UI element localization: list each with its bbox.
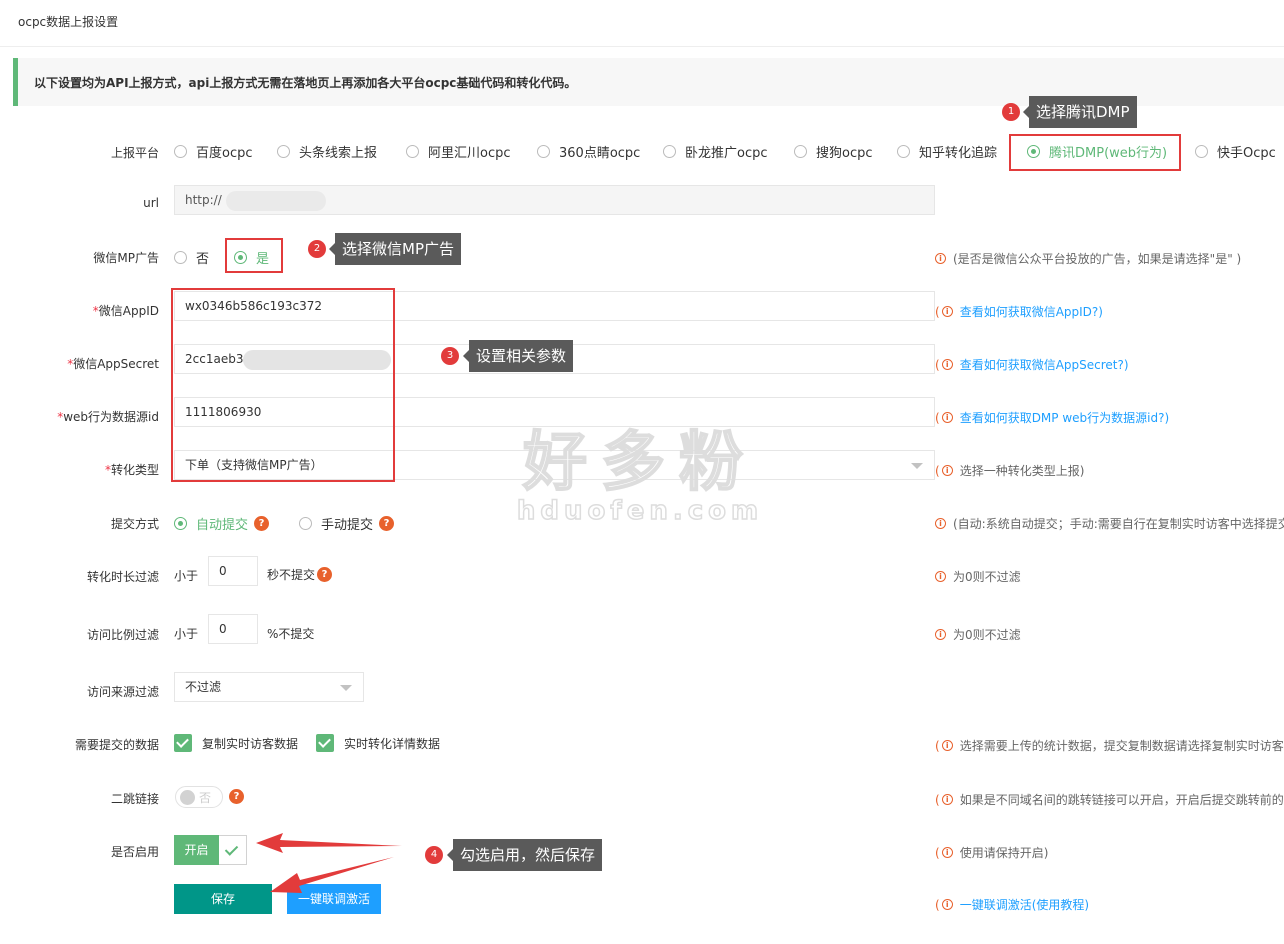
annotation-arrows xyxy=(256,833,402,893)
arrow-to-save xyxy=(270,857,394,893)
arrow-to-enable xyxy=(256,833,402,853)
